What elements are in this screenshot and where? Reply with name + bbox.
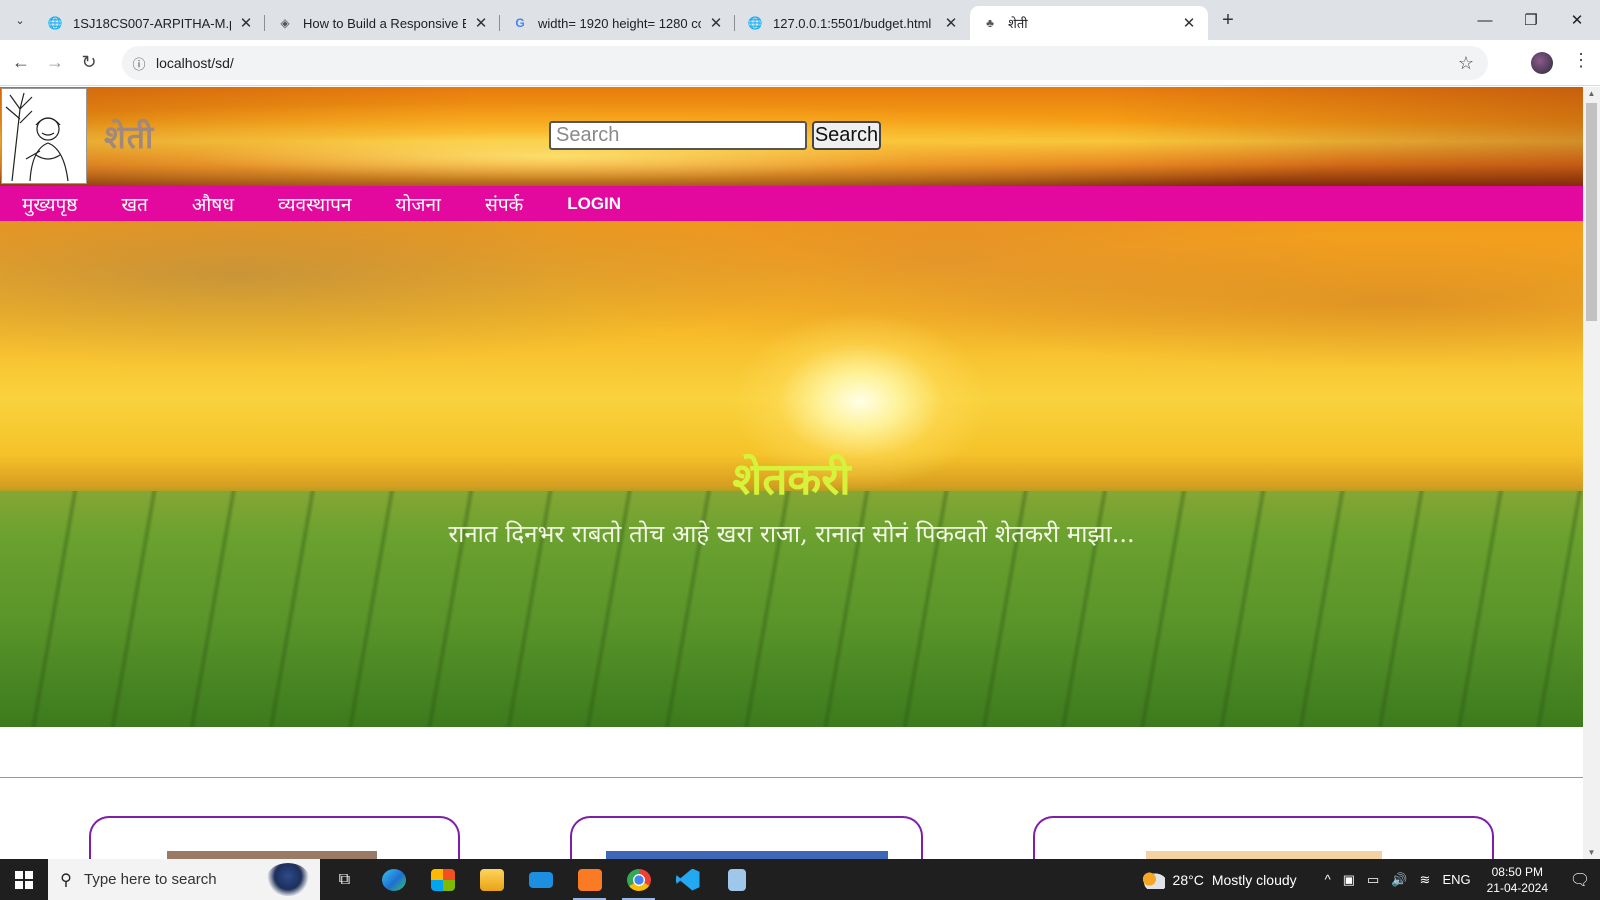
globe-icon: 🌐 bbox=[747, 16, 763, 30]
language-indicator[interactable]: ENG bbox=[1442, 872, 1470, 887]
taskbar-clock[interactable]: 08:50 PM 21-04-2024 bbox=[1487, 864, 1548, 896]
feature-card[interactable] bbox=[570, 816, 923, 859]
profile-avatar[interactable] bbox=[1531, 52, 1553, 74]
search-icon: ⚲ bbox=[60, 871, 72, 889]
clock-time: 08:50 PM bbox=[1491, 864, 1543, 879]
chrome-icon[interactable] bbox=[614, 859, 663, 900]
clock-date: 21-04-2024 bbox=[1486, 880, 1548, 895]
browser-tab-strip: ⌄ 🌐 1SJ18CS007-ARPITHA-M.pdf ✕ ◈ How to … bbox=[0, 0, 1600, 40]
browser-tab-3[interactable]: G width= 1920 height= 1280 con ✕ bbox=[500, 6, 735, 40]
file-explorer-icon[interactable] bbox=[467, 859, 516, 900]
weather-cloud-icon bbox=[1140, 870, 1165, 889]
close-icon[interactable]: ✕ bbox=[237, 14, 255, 32]
farmer-logo bbox=[1, 88, 87, 184]
xampp-icon[interactable] bbox=[565, 859, 614, 900]
nav-medicine[interactable]: औषध bbox=[192, 191, 234, 217]
kebab-menu-icon[interactable]: ⋮ bbox=[1572, 50, 1590, 71]
weather-widget[interactable]: 28°C Mostly cloudy bbox=[1140, 870, 1297, 889]
globe-icon: 🌐 bbox=[47, 16, 63, 30]
chevron-up-icon[interactable]: ^ bbox=[1325, 872, 1331, 887]
nav-management[interactable]: व्यवस्थापन bbox=[278, 191, 352, 217]
weather-condition: Mostly cloudy bbox=[1211, 871, 1297, 888]
hero-subtitle: रानात दिनभर राबतो तोच आहे खरा राजा, राना… bbox=[448, 520, 1135, 548]
card-image bbox=[167, 851, 377, 859]
bookmark-star-icon[interactable]: ☆ bbox=[1458, 53, 1474, 74]
tab-title: 1SJ18CS007-ARPITHA-M.pdf bbox=[73, 15, 231, 31]
scrollbar-thumb[interactable] bbox=[1586, 103, 1597, 321]
feature-card[interactable] bbox=[89, 816, 460, 859]
hero-banner: शेतकरी रानात दिनभर राबतो तोच आहे खरा राज… bbox=[0, 221, 1583, 727]
scroll-down-icon[interactable]: ▼ bbox=[1583, 848, 1600, 857]
system-tray: 28°C Mostly cloudy ^ ▣ ▭ 🔊 ≋ ENG 08:50 P… bbox=[1140, 859, 1600, 900]
notepad-icon[interactable] bbox=[712, 859, 761, 900]
microsoft-store-icon[interactable] bbox=[418, 859, 467, 900]
url-text[interactable]: localhost/sd/ bbox=[156, 55, 234, 71]
farmer-icon: ♣ bbox=[986, 16, 994, 30]
tab-title: width= 1920 height= 1280 con bbox=[538, 15, 701, 31]
hero-title: शेतकरी bbox=[732, 454, 851, 505]
close-icon[interactable]: ✕ bbox=[472, 14, 490, 32]
feature-card[interactable] bbox=[1033, 816, 1494, 859]
browser-toolbar: ← → ↻ ⓘ localhost/sd/ ☆ ⋮ bbox=[0, 40, 1600, 86]
new-tab-button[interactable]: + bbox=[1214, 9, 1242, 32]
site-info-icon[interactable]: ⓘ bbox=[122, 54, 156, 73]
meet-now-icon[interactable]: ▣ bbox=[1343, 872, 1355, 888]
tab-title: 127.0.0.1:5501/budget.html bbox=[773, 15, 932, 31]
site-header: शेती Search bbox=[0, 87, 1583, 186]
windows-taskbar: ⚲ Type here to search ⧉ 28°C Mostly clou… bbox=[0, 859, 1600, 900]
nav-login[interactable]: LOGIN bbox=[567, 194, 621, 214]
notification-icon[interactable]: 🗨 bbox=[1560, 870, 1600, 890]
close-icon[interactable]: ✕ bbox=[1180, 14, 1198, 32]
restore-icon[interactable]: ❐ bbox=[1508, 0, 1554, 40]
search-button[interactable]: Search bbox=[812, 121, 881, 150]
nav-fertilizer[interactable]: खत bbox=[121, 191, 147, 217]
minimize-icon[interactable]: — bbox=[1462, 0, 1508, 40]
tab-search-button[interactable]: ⌄ bbox=[5, 6, 35, 34]
battery-icon[interactable]: ▭ bbox=[1367, 872, 1379, 888]
address-bar[interactable]: ⓘ localhost/sd/ ☆ bbox=[122, 46, 1488, 80]
site-brand-title: शेती bbox=[104, 118, 155, 156]
codepen-icon: ◈ bbox=[280, 16, 290, 30]
browser-tab-4[interactable]: 🌐 127.0.0.1:5501/budget.html ✕ bbox=[735, 6, 970, 40]
windows-start-icon[interactable] bbox=[0, 859, 48, 900]
forward-arrow-icon[interactable]: → bbox=[38, 46, 72, 80]
close-window-icon[interactable]: ✕ bbox=[1554, 0, 1600, 40]
task-view-icon[interactable]: ⧉ bbox=[320, 859, 369, 900]
reload-icon[interactable]: ↻ bbox=[72, 46, 106, 80]
close-icon[interactable]: ✕ bbox=[942, 14, 960, 32]
page-viewport: शेती Search मुख्यपृष्ठ खत औषध व्यवस्थापन… bbox=[0, 87, 1583, 859]
tab-title: How to Build a Responsive Boo bbox=[303, 15, 466, 31]
volume-icon[interactable]: 🔊 bbox=[1391, 872, 1407, 888]
vscode-icon[interactable] bbox=[663, 859, 712, 900]
mail-icon[interactable] bbox=[516, 859, 565, 900]
edge-icon[interactable] bbox=[369, 859, 418, 900]
back-arrow-icon[interactable]: ← bbox=[4, 46, 38, 80]
vertical-scrollbar[interactable]: ▲ ▼ bbox=[1583, 87, 1600, 859]
google-icon: G bbox=[515, 16, 525, 30]
taskbar-search-box[interactable]: ⚲ Type here to search bbox=[48, 859, 320, 900]
wifi-icon[interactable]: ≋ bbox=[1420, 872, 1431, 888]
browser-tab-2[interactable]: ◈ How to Build a Responsive Boo ✕ bbox=[265, 6, 500, 40]
nav-contact[interactable]: संपर्क bbox=[485, 191, 523, 217]
browser-tab-5-active[interactable]: ♣ शेती ✕ bbox=[970, 6, 1208, 40]
scroll-up-icon[interactable]: ▲ bbox=[1583, 89, 1600, 98]
card-image bbox=[1146, 851, 1382, 859]
nav-home[interactable]: मुख्यपृष्ठ bbox=[22, 191, 77, 217]
taskbar-search-placeholder: Type here to search bbox=[84, 871, 217, 888]
card-image bbox=[606, 851, 888, 859]
weather-temp: 28°C bbox=[1172, 871, 1204, 888]
search-highlight-icon bbox=[266, 863, 310, 896]
close-icon[interactable]: ✕ bbox=[707, 14, 725, 32]
nav-schemes[interactable]: योजना bbox=[395, 191, 441, 217]
search-input[interactable] bbox=[549, 121, 807, 150]
tab-title: शेती bbox=[1008, 16, 1028, 31]
section-divider bbox=[0, 777, 1583, 778]
browser-tab-1[interactable]: 🌐 1SJ18CS007-ARPITHA-M.pdf ✕ bbox=[35, 6, 265, 40]
main-nav: मुख्यपृष्ठ खत औषध व्यवस्थापन योजना संपर्… bbox=[0, 186, 1583, 221]
